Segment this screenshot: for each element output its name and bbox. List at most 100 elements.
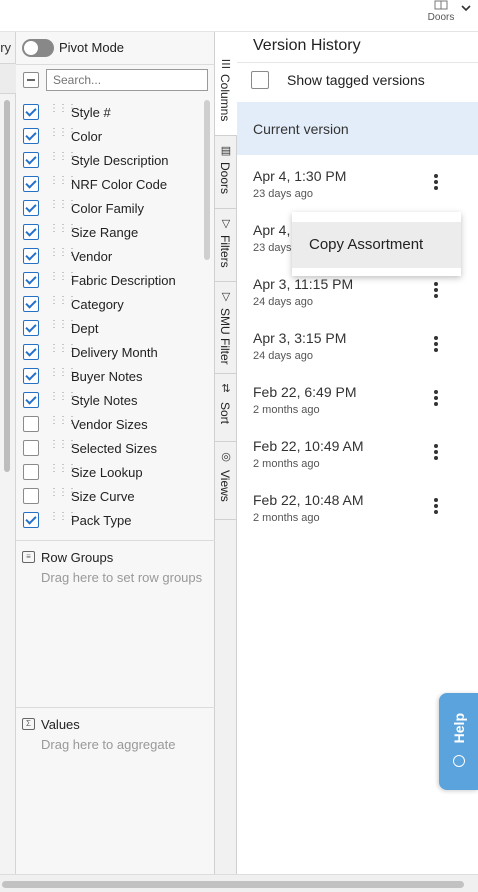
drag-handle-icon[interactable]: ⋮⋮⋮ <box>49 488 77 502</box>
values-hint: Drag here to aggregate <box>41 737 176 752</box>
tab-filters[interactable]: ▽ Filters <box>215 209 237 282</box>
drag-handle-icon[interactable]: ⋮⋮⋮ <box>49 464 77 478</box>
column-item[interactable]: ⋮⋮⋮ Color <box>16 124 201 148</box>
version-row[interactable]: Apr 3, 3:15 PM 24 days ago <box>237 318 478 372</box>
sigma-icon: Σ <box>22 718 35 730</box>
column-item[interactable]: ⋮⋮⋮ Dept <box>16 316 201 340</box>
version-row[interactable]: Feb 22, 10:48 AM 2 months ago <box>237 480 478 534</box>
version-row[interactable]: Feb 22, 6:49 PM 2 months ago <box>237 372 478 426</box>
column-search-input[interactable] <box>46 69 208 91</box>
column-item[interactable]: ⋮⋮⋮ Size Lookup <box>16 460 201 484</box>
column-checkbox[interactable] <box>23 296 39 312</box>
more-options-icon[interactable] <box>427 386 445 408</box>
column-checkbox[interactable] <box>23 392 39 408</box>
values-title: Values <box>41 717 80 732</box>
more-options-icon[interactable] <box>427 494 445 516</box>
drag-handle-icon[interactable]: ⋮⋮⋮ <box>49 104 77 118</box>
help-button[interactable]: Help <box>439 693 478 790</box>
column-item[interactable]: ⋮⋮⋮ Size Curve <box>16 484 201 508</box>
column-item[interactable]: ⋮⋮⋮ Vendor Sizes <box>16 412 201 436</box>
tab-views[interactable]: ◎ Views <box>215 442 237 520</box>
drag-handle-icon[interactable]: ⋮⋮⋮ <box>49 224 77 238</box>
column-checkbox[interactable] <box>23 248 39 264</box>
more-options-icon[interactable] <box>427 170 445 192</box>
column-list-scrollbar[interactable] <box>204 100 210 260</box>
top-bar <box>0 0 478 32</box>
column-checkbox[interactable] <box>23 104 39 120</box>
select-all-checkbox[interactable] <box>23 72 39 88</box>
column-item[interactable]: ⋮⋮⋮ Vendor <box>16 244 201 268</box>
column-checkbox[interactable] <box>23 128 39 144</box>
drag-handle-icon[interactable]: ⋮⋮⋮ <box>49 176 77 190</box>
column-checkbox[interactable] <box>23 200 39 216</box>
tab-doors[interactable]: ▤ Doors <box>215 136 237 209</box>
column-item[interactable]: ⋮⋮⋮ Size Range <box>16 220 201 244</box>
more-options-icon[interactable] <box>427 440 445 462</box>
partial-header-text: ory <box>0 40 12 55</box>
drag-handle-icon[interactable]: ⋮⋮⋮ <box>49 320 77 334</box>
column-checkbox[interactable] <box>23 224 39 240</box>
drag-handle-icon[interactable]: ⋮⋮⋮ <box>49 440 77 454</box>
drag-handle-icon[interactable]: ⋮⋮⋮ <box>49 248 77 262</box>
columns-icon: ☰ <box>221 59 231 71</box>
more-options-icon[interactable] <box>427 332 445 354</box>
column-checkbox[interactable] <box>23 344 39 360</box>
tab-smu-filter[interactable]: ▽ SMU Filter <box>215 282 237 374</box>
row-groups-title: Row Groups <box>41 550 114 565</box>
column-checkbox[interactable] <box>23 368 39 384</box>
drag-handle-icon[interactable]: ⋮⋮⋮ <box>49 512 77 526</box>
column-item[interactable]: ⋮⋮⋮ Buyer Notes <box>16 364 201 388</box>
column-checkbox[interactable] <box>23 488 39 504</box>
drag-handle-icon[interactable]: ⋮⋮⋮ <box>49 368 77 382</box>
help-label: Help <box>451 713 467 744</box>
scrollbar-thumb[interactable] <box>2 881 464 888</box>
left-scrollbar[interactable] <box>4 100 10 472</box>
column-checkbox[interactable] <box>23 464 39 480</box>
pivot-mode-label: Pivot Mode <box>59 40 125 55</box>
drag-handle-icon[interactable]: ⋮⋮⋮ <box>49 344 77 358</box>
current-version-row[interactable]: Current version <box>237 102 478 155</box>
drag-handle-icon[interactable]: ⋮⋮⋮ <box>49 128 77 142</box>
pivot-mode-toggle[interactable]: Pivot Mode <box>22 39 212 57</box>
drag-handle-icon[interactable]: ⋮⋮⋮ <box>49 200 77 214</box>
column-item[interactable]: ⋮⋮⋮ Delivery Month <box>16 340 201 364</box>
row-groups-drop-zone[interactable]: ≡ Row Groups Drag here to set row groups <box>16 540 215 707</box>
version-context-menu: Copy Assortment <box>292 212 461 276</box>
column-item[interactable]: ⋮⋮⋮ Style Notes <box>16 388 201 412</box>
column-item[interactable]: ⋮⋮⋮ NRF Color Code <box>16 172 201 196</box>
column-item[interactable]: ⋮⋮⋮ Color Family <box>16 196 201 220</box>
drag-handle-icon[interactable]: ⋮⋮⋮ <box>49 272 77 286</box>
column-item[interactable]: ⋮⋮⋮ Style Description <box>16 148 201 172</box>
tab-sort[interactable]: ⇅ Sort <box>215 374 237 442</box>
version-row[interactable]: Feb 22, 10:49 AM 2 months ago <box>237 426 478 480</box>
version-row[interactable]: Apr 4, 1:30 PM 23 days ago <box>237 156 478 210</box>
toggle-switch[interactable] <box>22 39 54 57</box>
column-item[interactable]: ⋮⋮⋮ Fabric Description <box>16 268 201 292</box>
more-options-icon[interactable] <box>427 278 445 300</box>
values-drop-zone[interactable]: Σ Values Drag here to aggregate <box>16 707 215 874</box>
drag-handle-icon[interactable]: ⋮⋮⋮ <box>49 416 77 430</box>
horizontal-scrollbar[interactable] <box>0 874 478 892</box>
column-checkbox[interactable] <box>23 416 39 432</box>
column-item[interactable]: ⋮⋮⋮ Category <box>16 292 201 316</box>
column-item[interactable]: ⋮⋮⋮ Selected Sizes <box>16 436 201 460</box>
column-item[interactable]: ⋮⋮⋮ Pack Type <box>16 508 201 532</box>
column-checkbox[interactable] <box>23 272 39 288</box>
doors-button[interactable]: Doors <box>426 0 456 30</box>
chevron-down-icon[interactable] <box>460 2 474 16</box>
tab-columns[interactable]: ☰ Columns <box>215 32 237 136</box>
version-history-title: Version History <box>253 37 361 54</box>
drag-handle-icon[interactable]: ⋮⋮⋮ <box>49 392 77 406</box>
drag-handle-icon[interactable]: ⋮⋮⋮ <box>49 296 77 310</box>
doors-icon <box>434 0 448 10</box>
column-checkbox[interactable] <box>23 176 39 192</box>
show-tagged-checkbox[interactable] <box>251 71 269 89</box>
column-checkbox[interactable] <box>23 440 39 456</box>
copy-assortment-menu-item[interactable]: Copy Assortment <box>292 222 461 268</box>
column-checkbox[interactable] <box>23 320 39 336</box>
left-grid-edge: ory <box>0 32 16 874</box>
column-checkbox[interactable] <box>23 512 39 528</box>
column-checkbox[interactable] <box>23 152 39 168</box>
drag-handle-icon[interactable]: ⋮⋮⋮ <box>49 152 77 166</box>
column-item[interactable]: ⋮⋮⋮ Style # <box>16 100 201 124</box>
